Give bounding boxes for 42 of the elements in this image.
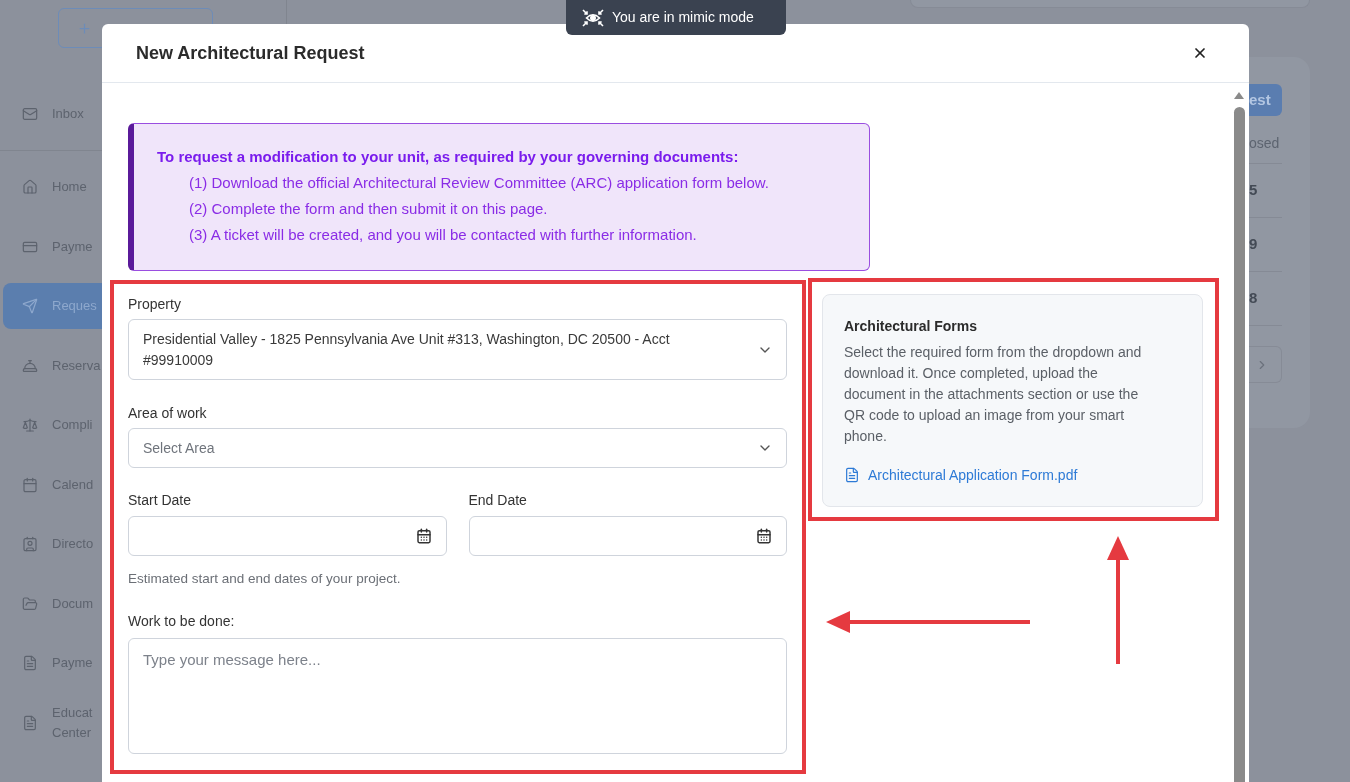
form-download-link[interactable]: Architectural Application Form.pdf [844, 465, 1184, 485]
calendar-icon [22, 476, 38, 493]
eye-icon [582, 8, 604, 27]
plus-icon [77, 20, 92, 36]
field-label: Start Date [128, 492, 193, 509]
action-button[interactable]: est [1249, 84, 1282, 116]
scroll-up-icon[interactable] [1234, 92, 1244, 99]
document-icon [22, 655, 38, 671]
table-cell-text: 8 [1249, 288, 1258, 309]
table-cell-text: 9 [1249, 234, 1258, 255]
table-cell-text: 5 [1249, 180, 1258, 201]
start-date-field[interactable] [128, 516, 447, 556]
property-select[interactable]: Presidential Valley - 1825 Pennsylvania Ave Unit #313, Washington, DC 20500 - Acct #99910009 [128, 319, 787, 380]
scrollbar-thumb[interactable] [1233, 107, 1245, 782]
paper-plane-icon [22, 298, 38, 314]
field-label: End Date [468, 492, 528, 509]
card-description: Select the required form from the dropdown and download it. Once completed, upload the document in the attachments section or use the QR code to upload an image from your smart phone. [844, 343, 1143, 446]
area-select[interactable]: Select Area [128, 428, 787, 468]
field-label: Work to be done: [128, 613, 236, 630]
message-field[interactable]: Type your message here... [128, 638, 787, 754]
hint-text: Estimated start and end dates of your project. [128, 570, 402, 587]
field-label: Area of work [128, 405, 208, 422]
document-icon [22, 714, 38, 731]
end-date-field[interactable] [468, 516, 787, 556]
envelope-icon [22, 106, 38, 122]
calendar-icon [756, 528, 772, 544]
close-icon [1192, 45, 1208, 61]
dialog-title: New Architectural Request [136, 41, 365, 65]
notice-step: (3) A ticket will be created, and you will be contacted with further information. [189, 222, 869, 248]
notice-heading: To request a modification to your unit, as required by your governing documents: [157, 147, 740, 167]
document-icon [844, 467, 860, 483]
bell-icon [22, 357, 38, 374]
scale-icon [22, 417, 38, 433]
field-label: Property [128, 296, 182, 313]
notice-step: (1) Download the official Architectural Review Committee (ARC) application form below. [189, 170, 869, 196]
notice-step: (2) Complete the form and then submit it on this page. [189, 196, 869, 222]
calendar-icon [415, 528, 432, 544]
home-icon [22, 179, 38, 195]
folder-icon [22, 595, 38, 612]
banner-text: You are in mimic mode [612, 8, 754, 27]
card-title: Architectural Forms [844, 318, 979, 335]
contact-card-icon [22, 536, 38, 552]
